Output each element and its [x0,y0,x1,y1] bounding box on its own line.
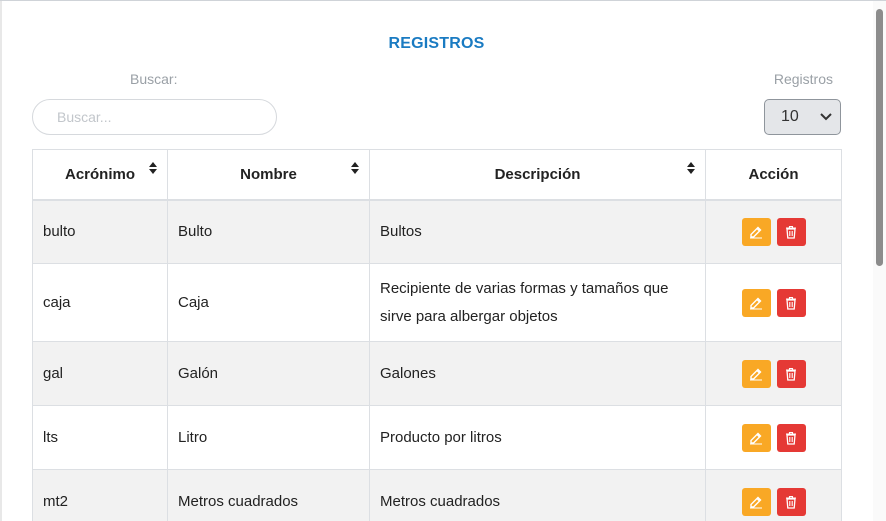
edit-button[interactable] [741,423,771,452]
table-row: caja Caja Recipiente de varias formas y … [32,263,842,342]
cell-nombre: Galón [167,341,370,406]
delete-button[interactable] [776,217,806,246]
scrollbar-thumb[interactable] [876,9,883,266]
edit-button[interactable] [741,217,771,246]
page-size-label: Registros [773,71,833,87]
table-row: gal Galón Galones [32,341,842,406]
table-header-row: Acrónimo Nombre Descripción Acción [32,149,842,201]
page-size-select[interactable]: 10 [764,99,841,135]
delete-button[interactable] [776,288,806,317]
cell-acronimo: mt2 [32,469,168,521]
trash-icon [785,225,796,239]
cell-acronimo: caja [32,263,168,342]
cell-nombre: Bulto [167,199,370,264]
cell-descripcion: Metros cuadrados [369,469,706,521]
cell-nombre: Metros cuadrados [167,469,370,521]
cell-nombre: Caja [167,263,370,342]
column-header-nombre[interactable]: Nombre [167,149,370,201]
trash-icon [785,296,796,310]
column-header-descripcion[interactable]: Descripción [369,149,706,201]
delete-button[interactable] [776,487,806,516]
table-row: mt2 Metros cuadrados Metros cuadrados [32,469,842,521]
page-title: REGISTROS [388,35,485,52]
trash-icon [785,495,796,509]
edit-button[interactable] [741,487,771,516]
column-header-label: Acrónimo [64,165,135,183]
cell-acronimo: gal [32,341,168,406]
edit-icon [749,226,762,239]
cell-acronimo: bulto [32,199,168,264]
records-table: Acrónimo Nombre Descripción Acción bulto… [32,149,842,521]
registros-modal: REGISTROS Buscar: Registros 10 Acrónimo … [0,0,886,521]
cell-actions [705,405,842,470]
table-row: lts Litro Producto por litros [32,405,842,470]
search-label: Buscar: [130,71,178,87]
cell-nombre: Litro [167,405,370,470]
sort-icon [351,162,359,174]
cell-actions [705,199,842,264]
cell-actions [705,263,842,342]
chevron-down-icon [820,113,832,121]
cell-descripcion: Recipiente de varias formas y tamaños qu… [369,263,706,342]
column-header-label: Acción [748,165,799,183]
search-input[interactable] [32,99,277,135]
cell-actions [705,469,842,521]
edit-button[interactable] [741,359,771,388]
trash-icon [785,431,796,445]
column-header-label: Nombre [240,165,297,183]
sort-icon [149,162,157,174]
cell-descripcion: Bultos [369,199,706,264]
delete-button[interactable] [776,423,806,452]
sort-icon [687,162,695,174]
cell-acronimo: lts [32,405,168,470]
column-header-label: Descripción [494,165,581,183]
edit-icon [749,368,762,381]
page-size-value: 10 [781,108,799,125]
edit-icon [749,297,762,310]
edit-icon [749,432,762,445]
cell-actions [705,341,842,406]
column-header-acronimo[interactable]: Acrónimo [32,149,168,201]
cell-descripcion: Producto por litros [369,405,706,470]
trash-icon [785,367,796,381]
cell-descripcion: Galones [369,341,706,406]
column-header-accion: Acción [705,149,842,201]
edit-icon [749,496,762,509]
modal-left-edge [0,1,2,521]
edit-button[interactable] [741,288,771,317]
delete-button[interactable] [776,359,806,388]
table-row: bulto Bulto Bultos [32,199,842,264]
